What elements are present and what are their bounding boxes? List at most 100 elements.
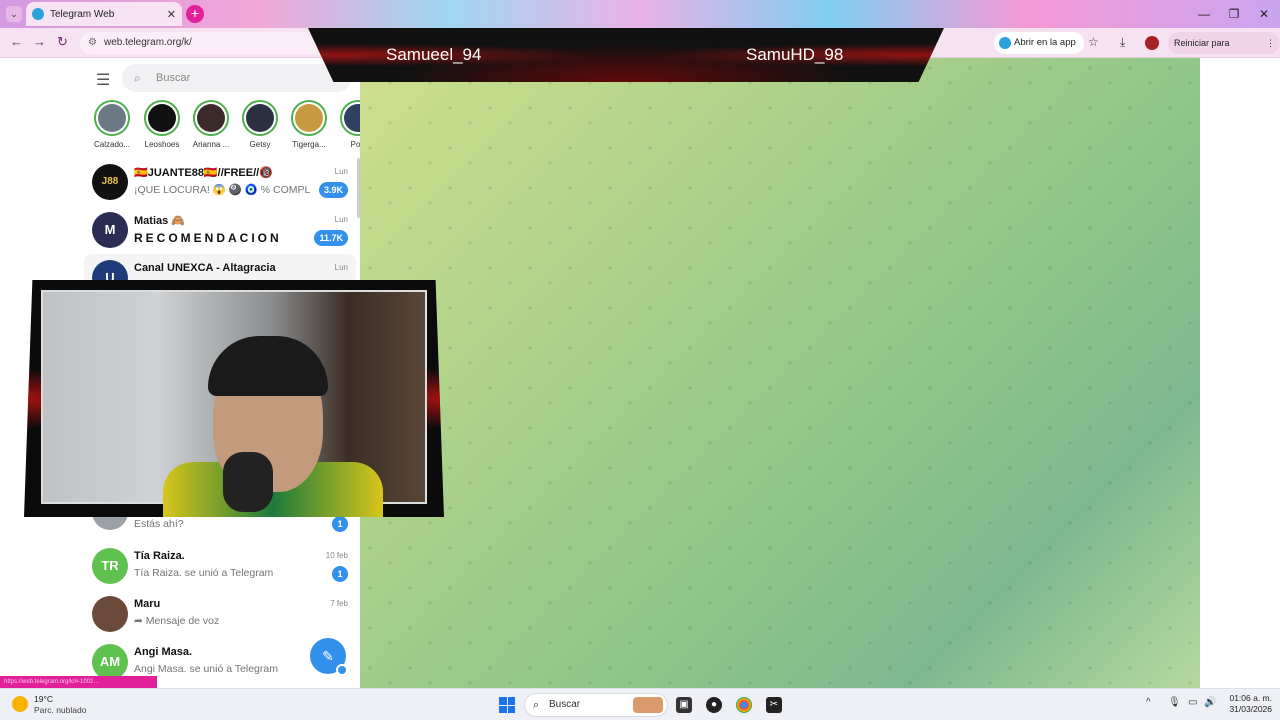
telegram-icon	[32, 8, 44, 20]
chat-title: Matias 🙈	[134, 215, 185, 227]
site-info-icon[interactable]: ⚙	[88, 32, 97, 54]
bookmark-star-icon[interactable]: ☆	[1088, 35, 1099, 49]
chat-last-message: Estás ahí?	[134, 518, 184, 530]
story-name: Arianna ...	[192, 140, 230, 149]
back-icon[interactable]: ←	[10, 34, 23, 49]
weather-temp: 19°C	[34, 694, 53, 704]
task-view-icon[interactable]: ▣	[676, 697, 692, 713]
link-status-bar: https://web.telegram.org/k/#-1002…	[0, 676, 157, 688]
chat-title: Angi Masa.	[134, 646, 193, 658]
tab-title: Telegram Web	[50, 8, 115, 20]
chat-item[interactable]: TR Tía Raiza. Tía Raiza. se unió a Teleg…	[84, 542, 356, 590]
url-text: web.telegram.org/k/	[104, 37, 192, 48]
story-name: Port	[350, 140, 360, 149]
microphone-icon[interactable]: 🎙	[1168, 697, 1181, 708]
chat-last-message: RECOMENDACION	[134, 231, 282, 245]
chat-time: Lun	[334, 215, 348, 224]
page-margin	[1200, 58, 1280, 688]
chat-item[interactable]: J88 🇪🇸JUANTE88🇪🇸//FREE//🔞 ¡QUE LOCURA! 😱…	[84, 158, 356, 206]
chat-avatar	[92, 596, 128, 632]
story-name: Tigerga...	[292, 140, 326, 149]
webcam-feed	[41, 290, 427, 517]
new-message-button[interactable]: ✎	[310, 638, 348, 676]
search-input[interactable]: ⌕ Buscar	[122, 64, 352, 92]
tab-search-button[interactable]: ⌄	[6, 6, 22, 22]
telegram-icon	[999, 37, 1011, 49]
tray-chevron-icon[interactable]: ^	[1146, 697, 1151, 708]
download-icon[interactable]: ⤓	[1120, 35, 1125, 50]
chat-last-message: Angi Masa. se unió a Telegram	[134, 663, 278, 675]
chat-title: Maru	[134, 598, 161, 610]
unread-badge: 1	[332, 566, 348, 582]
search-highlight-image	[633, 697, 663, 713]
chat-time: Lun	[334, 263, 348, 272]
taskbar: 19°C Parc. nublado ⌕ Buscar ▣ ● ✂ ^ 🎙 ▭ …	[0, 688, 1280, 720]
minimize-button[interactable]: —	[1188, 0, 1220, 28]
unread-badge: 3.9K	[318, 182, 348, 198]
partly-cloudy-icon	[12, 696, 28, 712]
chat-avatar: M	[92, 212, 128, 248]
open-in-app-button[interactable]: Abrir en la app	[994, 32, 1084, 54]
taskbar-clock[interactable]: 01:06 a. m. 31/03/2026	[1224, 693, 1272, 715]
reload-icon[interactable]: ↻	[57, 34, 68, 50]
tab-telegram[interactable]: Telegram Web ✕	[26, 2, 182, 26]
chat-title: Canal UNEXCA - Altagracia	[134, 262, 276, 274]
story-name: Leoshoes	[144, 140, 180, 149]
chat-title: 🇪🇸JUANTE88🇪🇸//FREE//🔞	[134, 167, 273, 179]
streamer-name-left: Samueel_94	[386, 45, 482, 64]
badge-dot	[336, 664, 348, 676]
story-name: Calzado...	[93, 140, 131, 149]
chat-background	[360, 58, 1200, 688]
more-menu-icon[interactable]: ⋮	[1266, 32, 1275, 54]
chat-last-message: Tía Raiza. se unió a Telegram	[134, 567, 274, 579]
taskbar-search[interactable]: ⌕ Buscar	[524, 693, 668, 717]
unread-badge: 1	[332, 516, 348, 532]
network-icon[interactable]: ▭	[1188, 697, 1197, 708]
restore-button[interactable]: ❐	[1218, 0, 1250, 28]
hamburger-menu-icon[interactable]: ☰	[96, 70, 110, 90]
new-tab-button[interactable]: +	[186, 5, 204, 23]
chat-last-message: ¡QUE LOCURA! 😱 🎱 🧿 % COMPLE...	[134, 184, 310, 196]
chat-item[interactable]: M Matias 🙈 RECOMENDACION Lun 11.7K	[84, 206, 356, 254]
story-item[interactable]: Calzado...	[88, 100, 136, 149]
streamer-name-right: SamuHD_98	[746, 45, 844, 64]
chat-avatar: TR	[92, 548, 128, 584]
chat-time: Lun	[334, 167, 348, 176]
close-window-button[interactable]: ✕	[1248, 0, 1280, 28]
chat-last-message: ➦ Mensaje de voz	[134, 615, 220, 627]
open-in-app-label: Abrir en la app	[1014, 37, 1076, 48]
chrome-icon[interactable]	[736, 697, 752, 713]
address-bar[interactable]: ⚙ web.telegram.org/k/	[80, 32, 340, 54]
profile-avatar[interactable]	[1145, 36, 1159, 50]
app-icon[interactable]: ●	[706, 697, 722, 713]
chat-title: Tía Raiza.	[134, 550, 185, 562]
story-item[interactable]: Port	[334, 100, 360, 149]
chat-avatar: J88	[92, 164, 128, 200]
clock-date: 31/03/2026	[1229, 704, 1272, 714]
story-item[interactable]: Tigerga...	[285, 100, 333, 149]
stories-bar: Calzado... Leoshoes Arianna ... Getsy Ti…	[88, 100, 360, 156]
chat-item[interactable]: Maru ➦ Mensaje de voz 7 feb	[84, 590, 356, 638]
search-icon: ⌕	[134, 71, 141, 85]
chat-avatar: AM	[92, 644, 128, 680]
capcut-icon[interactable]: ✂	[766, 697, 782, 713]
windows-start-icon[interactable]	[499, 697, 515, 713]
forward-icon[interactable]: →	[33, 34, 46, 49]
story-name: Getsy	[249, 140, 271, 149]
story-item[interactable]: Arianna ...	[187, 100, 235, 149]
volume-icon[interactable]: 🔊	[1204, 697, 1216, 708]
story-item[interactable]: Getsy	[236, 100, 284, 149]
pencil-icon: ✎	[322, 648, 334, 664]
unread-badge: 11.7K	[314, 230, 348, 246]
microphone	[223, 452, 273, 512]
webcam-overlay	[24, 280, 444, 517]
restart-to-update-button[interactable]: Reiniciar para actualizar ⋮	[1168, 32, 1280, 70]
search-placeholder: Buscar	[156, 72, 191, 84]
weather-desc: Parc. nublado	[34, 705, 87, 715]
search-icon: ⌕	[533, 699, 540, 711]
chat-time: 10 feb	[325, 551, 348, 560]
close-tab-icon[interactable]: ✕	[167, 8, 176, 21]
story-item[interactable]: Leoshoes	[138, 100, 186, 149]
clock-time: 01:06 a. m.	[1229, 693, 1272, 703]
stream-name-banner: Samueel_94 SamuHD_98	[308, 28, 944, 82]
